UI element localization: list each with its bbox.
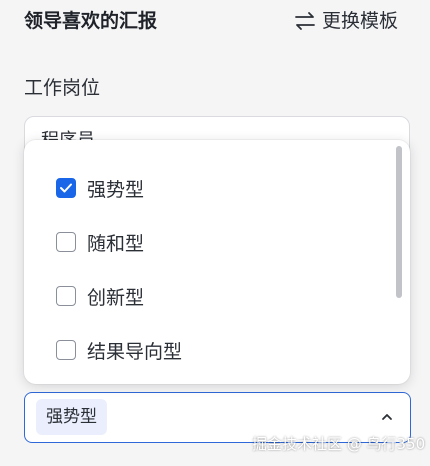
option-label: 随和型 <box>87 232 145 255</box>
option-label: 强势型 <box>87 178 145 201</box>
chevron-up-icon <box>380 409 394 428</box>
checkbox[interactable] <box>56 232 76 252</box>
swap-arrows-icon <box>294 11 316 31</box>
dropdown-menu: 强势型 随和型 创新型 结果导向型 <box>24 140 410 384</box>
checkbox[interactable] <box>56 340 76 360</box>
option-easygoing[interactable]: 随和型 <box>56 226 144 258</box>
position-field-label: 工作岗位 <box>24 77 101 99</box>
option-innovative[interactable]: 创新型 <box>56 280 144 312</box>
dropdown-scrollbar[interactable] <box>396 146 402 298</box>
check-icon <box>59 177 73 199</box>
page-title: 领导喜欢的汇报 <box>24 10 158 32</box>
option-label: 创新型 <box>87 286 145 309</box>
option-result-oriented[interactable]: 结果导向型 <box>56 334 182 366</box>
selected-tag: 强势型 <box>36 399 107 435</box>
watermark: 掘金技术社区 @ 鸟行350 <box>252 435 426 453</box>
checkbox-checked[interactable] <box>56 178 76 198</box>
checkbox[interactable] <box>56 286 76 306</box>
option-strong[interactable]: 强势型 <box>56 172 144 204</box>
switch-template-button[interactable]: 更换模板 <box>294 7 398 35</box>
option-label: 结果导向型 <box>87 340 183 363</box>
switch-template-label: 更换模板 <box>321 10 398 32</box>
